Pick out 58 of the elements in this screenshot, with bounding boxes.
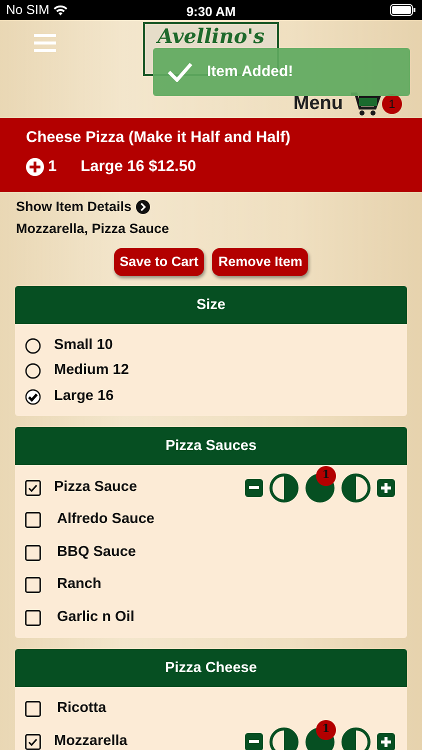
decrease-button[interactable] [245, 478, 263, 497]
amount-badge: 1 [316, 720, 336, 740]
clock: 9:30 AM [186, 3, 236, 21]
item-description: Mozzarella, Pizza Sauce [16, 220, 170, 238]
chevron-circle-icon [136, 200, 150, 214]
checkbox[interactable] [25, 701, 41, 718]
item-title: Cheese Pizza (Make it Half and Half) [26, 128, 292, 148]
minus-icon [249, 740, 259, 744]
portion-button[interactable] [341, 472, 371, 503]
logo-text: Avellino's [157, 25, 265, 47]
plus-icon [381, 482, 391, 493]
option-label: BBQ Sauce [57, 542, 136, 562]
checkbox[interactable] [25, 512, 41, 528]
checkbox[interactable] [25, 610, 41, 626]
option-label: Mozzarella [54, 732, 128, 750]
checkbox[interactable] [25, 734, 41, 750]
option-label: Garlic n Oil [57, 608, 134, 627]
item-quantity: 1 [48, 157, 57, 178]
plus-circle-icon [26, 158, 44, 176]
plus-icon [381, 736, 391, 747]
remove-item-button[interactable]: Remove Item [212, 248, 308, 276]
increase-button[interactable] [377, 478, 395, 497]
toast-message: Item Added! [207, 62, 294, 82]
radio-button[interactable] [25, 363, 41, 380]
checkbox[interactable] [25, 577, 41, 594]
save-to-cart-button[interactable]: Save to Cart [114, 248, 204, 276]
option-label: Medium 12 [54, 361, 129, 380]
amount-badge: 1 [316, 466, 336, 486]
carrier-name: No SIM [6, 1, 50, 20]
section-header: Pizza Sauces [15, 427, 407, 466]
option-label: Alfredo Sauce [57, 510, 154, 530]
checkbox[interactable] [25, 544, 41, 561]
minus-icon [249, 486, 259, 490]
radio-button[interactable] [25, 388, 41, 405]
portion-button[interactable] [269, 472, 299, 503]
option-label: Large 16 [54, 386, 114, 406]
option-label: Pizza Sauce [54, 478, 138, 497]
portion-button[interactable] [341, 726, 371, 750]
radio-button[interactable] [25, 338, 41, 354]
battery-icon [390, 4, 416, 16]
check-icon [167, 62, 193, 82]
section-header: Size [15, 286, 407, 324]
item-size-price: Large 16 $12.50 [80, 157, 196, 178]
option-label: Ranch [57, 575, 102, 594]
option-label: Ricotta [57, 699, 106, 718]
menu-icon [34, 33, 58, 53]
cart-count-badge: 1 [382, 94, 402, 114]
decrease-button[interactable] [245, 732, 263, 750]
increase-button[interactable] [377, 732, 395, 750]
show-details-link[interactable]: Show Item Details [16, 197, 150, 217]
option-label: Small 10 [54, 336, 113, 355]
half-circle-icon [341, 472, 371, 503]
half-circle-icon [269, 472, 299, 503]
wifi-icon [53, 4, 68, 16]
portion-button[interactable] [269, 726, 299, 750]
section-header: Pizza Cheese [15, 648, 407, 687]
add-quantity-button[interactable] [26, 158, 44, 176]
checkbox[interactable] [25, 480, 41, 496]
